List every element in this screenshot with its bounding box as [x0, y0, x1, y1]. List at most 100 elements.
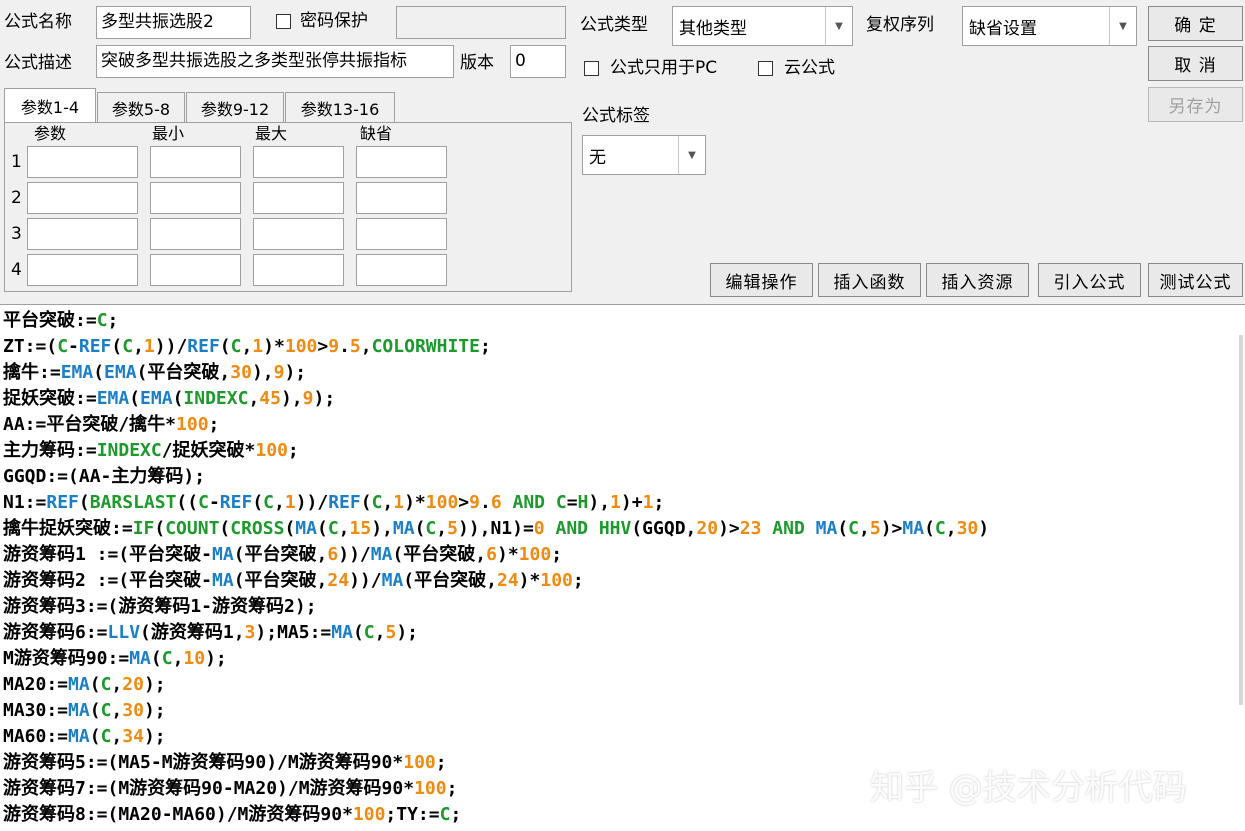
code-token: EMA	[96, 388, 130, 409]
code-token: (	[93, 362, 105, 383]
version-label: 版本	[460, 53, 494, 73]
cloud-formula-checkbox[interactable]	[758, 61, 773, 76]
code-token: 5	[447, 518, 458, 539]
formula-tag-select[interactable]: 无 ▼	[582, 135, 706, 175]
param-name-input[interactable]	[27, 254, 138, 286]
param-max-input[interactable]	[253, 182, 344, 214]
tab-params-1-4[interactable]: 参数1-4	[4, 88, 96, 122]
code-token: C	[100, 700, 112, 721]
code-token: 100	[352, 804, 386, 825]
param-default-input[interactable]	[356, 218, 447, 250]
code-token: MA	[392, 518, 415, 539]
code-token: (	[89, 674, 101, 695]
code-token: ),	[588, 492, 611, 513]
code-token: (	[219, 336, 231, 357]
formula-type-select[interactable]: 其他类型 ▼	[672, 6, 853, 46]
code-line: 平台突破:=C;	[3, 308, 118, 334]
code-token: );MA5:=	[255, 622, 332, 643]
rights-series-select[interactable]: 缺省设置 ▼	[962, 6, 1137, 46]
code-token: 20	[696, 518, 719, 539]
code-line: 游资筹码6:=LLV(游资筹码1,3);MA5:=MA(C,5);	[3, 620, 418, 646]
chevron-down-icon[interactable]: ▼	[825, 7, 852, 45]
code-line: GGQD:=(AA-主力筹码);	[3, 464, 205, 490]
code-token: ;	[653, 492, 665, 513]
code-token: ;	[208, 414, 220, 435]
code-token: LLV	[107, 622, 141, 643]
code-token: (	[284, 518, 296, 539]
param-max-input[interactable]	[253, 146, 344, 178]
insert-function-button[interactable]: 插入函数	[818, 263, 921, 297]
save-as-button[interactable]: 另存为	[1148, 87, 1243, 122]
editor-scrollbar[interactable]	[1239, 335, 1243, 705]
param-min-input[interactable]	[150, 254, 241, 286]
code-token: ))/	[295, 492, 329, 513]
code-token: 平台突破:=	[3, 310, 97, 331]
param-name-input[interactable]	[27, 182, 138, 214]
code-token: EMA	[104, 362, 137, 383]
version-input[interactable]: 0	[510, 45, 566, 78]
cancel-button[interactable]: 取 消	[1148, 46, 1243, 81]
edit-operations-button[interactable]: 编辑操作	[710, 263, 813, 297]
code-line: MA20:=MA(C,20);	[3, 672, 166, 698]
code-line: 游资筹码2 :=(平台突破-MA(平台突破,24))/MA(平台突破,24)*1…	[3, 568, 584, 594]
code-token: );	[396, 622, 418, 643]
code-token: M游资筹码90:=	[3, 648, 130, 669]
param-min-input[interactable]	[150, 146, 241, 178]
param-default-input[interactable]	[356, 254, 447, 286]
chevron-down-icon[interactable]: ▼	[1109, 7, 1136, 45]
formula-desc-input[interactable]: 突破多型共振选股之多类型张停共振指标	[96, 45, 454, 78]
param-default-input[interactable]	[356, 182, 447, 214]
ok-button[interactable]: 确 定	[1148, 6, 1243, 41]
code-token: >	[317, 336, 329, 357]
param-name-input[interactable]	[27, 218, 138, 250]
code-token: INDEXC	[183, 388, 249, 409]
code-token: 100	[403, 752, 436, 773]
code-token: 100	[518, 544, 552, 565]
code-token: 擒牛捉妖突破:=	[3, 518, 133, 539]
code-line: 擒牛:=EMA(EMA(平台突破,30),9);	[3, 360, 306, 386]
param-header-name: 参数	[34, 124, 67, 143]
password-input[interactable]	[396, 6, 566, 39]
code-token: REF	[46, 492, 79, 513]
code-token: ;	[479, 336, 491, 357]
code-token: MA20:=	[3, 674, 69, 695]
param-header-min: 最小	[152, 124, 185, 143]
code-token: ,	[111, 700, 123, 721]
code-token: 1	[284, 492, 296, 513]
code-token: (平台突破,	[233, 544, 328, 565]
code-line: 游资筹码7:=(M游资筹码90-MA20)/M游资筹码90*100;	[3, 776, 457, 802]
param-min-input[interactable]	[150, 182, 241, 214]
code-token: .	[479, 492, 491, 513]
param-max-input[interactable]	[253, 254, 344, 286]
chevron-down-icon[interactable]: ▼	[678, 136, 705, 174]
code-token: IF	[132, 518, 155, 539]
code-line: 主力筹码:=INDEXC/捉妖突破*100;	[3, 438, 299, 464]
code-token: C	[122, 336, 134, 357]
tab-params-9-12[interactable]: 参数9-12	[186, 92, 284, 122]
code-editor[interactable]: 平台突破:=C; ZT:=(C-REF(C,1))/REF(C,1)*100>9.…	[0, 304, 1245, 831]
param-default-input[interactable]	[356, 146, 447, 178]
password-protect-checkbox[interactable]	[276, 14, 291, 29]
code-token: C	[96, 310, 108, 331]
code-token: ,	[338, 518, 350, 539]
rights-series-value: 缺省设置	[969, 18, 1037, 39]
insert-resource-button[interactable]: 插入资源	[926, 263, 1029, 297]
code-token: COUNT	[165, 518, 220, 539]
test-formula-button[interactable]: 测试公式	[1148, 263, 1243, 297]
param-name-input[interactable]	[27, 146, 138, 178]
param-min-input[interactable]	[150, 218, 241, 250]
code-token: 0	[533, 518, 545, 539]
param-row-number: 4	[11, 260, 22, 280]
code-token: 1	[252, 336, 264, 357]
code-token: COLORWHITE	[371, 336, 480, 357]
import-formula-button[interactable]: 引入公式	[1038, 263, 1141, 297]
tab-params-13-16[interactable]: 参数13-16	[285, 92, 395, 122]
code-token: ,	[241, 336, 253, 357]
code-token: C	[327, 518, 339, 539]
formula-name-label: 公式名称	[4, 12, 72, 32]
pc-only-checkbox[interactable]	[584, 61, 599, 76]
param-max-input[interactable]	[253, 218, 344, 250]
tab-params-5-8[interactable]: 参数5-8	[97, 92, 185, 122]
code-token: (	[129, 388, 141, 409]
formula-name-input[interactable]: 多型共振选股2	[96, 6, 251, 39]
